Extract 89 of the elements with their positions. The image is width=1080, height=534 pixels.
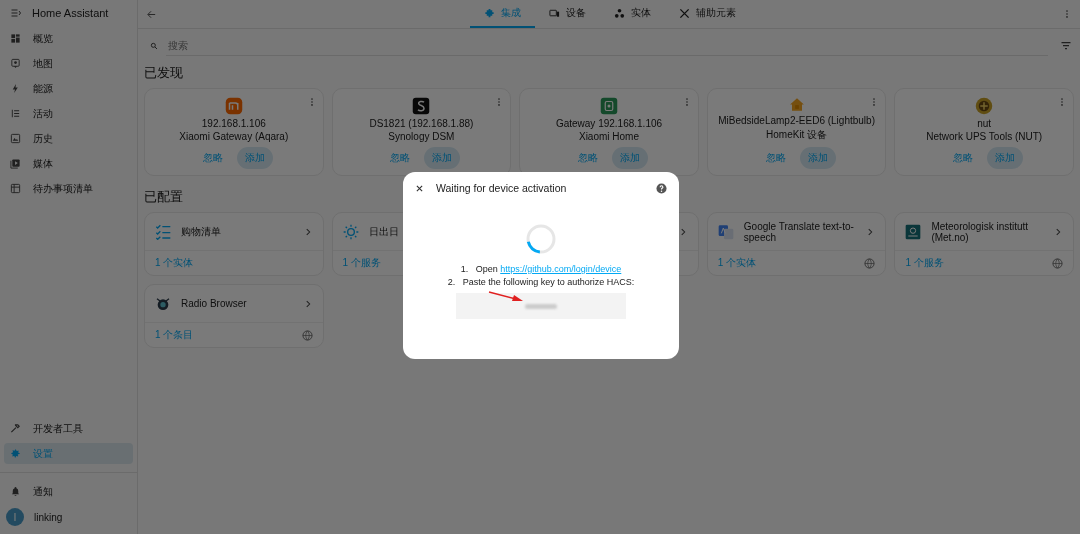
card-title: MiBedsideLamp2-EED6 (Lightbulb) — [718, 115, 875, 126]
instruction-text: 1. Open https://github.com/login/device — [460, 264, 622, 274]
entity-count-link[interactable]: 1 个服务 — [342, 256, 381, 270]
image-icon — [10, 133, 21, 144]
puzzle-icon — [483, 7, 495, 19]
sidebar-item[interactable]: 媒体 — [4, 153, 133, 174]
menu-icon — [10, 7, 22, 19]
hammer-icon — [10, 423, 21, 434]
loading-spinner — [524, 222, 558, 256]
close-icon — [415, 183, 424, 193]
ignore-button[interactable]: 忽略 — [194, 147, 231, 169]
settings-icon — [10, 448, 21, 459]
filter-icon — [1060, 39, 1072, 52]
card-subtitle: Network UPS Tools (NUT) — [926, 131, 1043, 142]
search-field[interactable]: 搜索 — [166, 35, 1048, 56]
user-name: linking — [34, 511, 63, 523]
map-icon — [10, 58, 21, 69]
ignore-button[interactable]: 忽略 — [570, 147, 606, 169]
dialog-title: Waiting for device activation — [436, 182, 568, 194]
sidebar-item[interactable]: 活动 — [4, 103, 133, 124]
ignore-button[interactable]: 忽略 — [382, 147, 419, 169]
dashboard-icon — [10, 33, 21, 44]
sidebar-item[interactable]: 待办事项清单 — [4, 178, 133, 199]
radio-icon — [155, 295, 171, 312]
tab[interactable]: 实体 — [599, 0, 665, 28]
notifications-item[interactable]: 通知 — [4, 481, 133, 502]
app-title: Home Assistant — [32, 7, 109, 19]
card-subtitle: Synology DSM — [388, 131, 455, 142]
blurred-key — [525, 303, 557, 309]
globe-icon — [864, 257, 876, 269]
card-title: Gateway 192.168.1.106 — [555, 118, 663, 129]
tab[interactable]: 集成 — [469, 0, 535, 28]
add-button[interactable]: 添加 — [987, 147, 1024, 169]
instruction-text: 2. Paste the following key to authorize HACS: — [447, 277, 635, 287]
ignore-button[interactable]: 忽略 — [757, 147, 794, 169]
integration-card[interactable]: Radio Browser 1 个条目 — [144, 284, 324, 348]
tab[interactable]: 设备 — [534, 0, 600, 28]
translate-icon — [717, 223, 734, 240]
entity-count-link[interactable]: 1 个服务 — [905, 256, 944, 270]
device-link[interactable]: https://github.com/login/device — [500, 264, 622, 274]
sun-icon — [342, 223, 359, 240]
back-arrow-icon — [146, 8, 157, 20]
card-subtitle: Xiaomi Home — [578, 131, 639, 142]
tab[interactable]: 辅助元素 — [664, 0, 750, 28]
sidebar-item[interactable]: 开发者工具 — [4, 418, 133, 439]
media-icon — [10, 158, 21, 169]
card-title: Meteorologisk institutt (Met.no) — [931, 220, 1030, 243]
add-button[interactable]: 添加 — [236, 147, 273, 169]
integration-card[interactable]: 购物清单 1 个实体 — [144, 212, 324, 276]
add-button[interactable]: 添加 — [799, 147, 836, 169]
card-title: 购物清单 — [181, 226, 222, 237]
gateway-icon — [598, 97, 620, 115]
entity-count-link[interactable]: 1 个条目 — [155, 328, 194, 342]
sidebar-item[interactable]: 概览 — [4, 28, 133, 49]
calendar-icon — [10, 183, 21, 194]
search-icon — [150, 41, 158, 50]
devices-icon — [548, 7, 560, 19]
entity-count-link[interactable]: 1 个实体 — [717, 256, 757, 270]
add-button[interactable]: 添加 — [612, 147, 648, 169]
chevron-right-icon — [1053, 226, 1063, 237]
sidebar-item[interactable]: 设置 — [4, 443, 133, 464]
section-heading: 已发现 — [144, 64, 183, 82]
integration-card[interactable]: Google Translate text-to-speech 1 个实体 — [706, 212, 887, 276]
card-title: Radio Browser — [181, 298, 248, 309]
ignore-button[interactable]: 忽略 — [945, 147, 982, 169]
card-subtitle: Xiaomi Gateway (Aqara) — [179, 131, 289, 142]
card-title: nut — [977, 118, 992, 129]
sidebar-item[interactable]: 能源 — [4, 78, 133, 99]
list-icon — [10, 108, 21, 119]
card-title: 192.168.1.106 — [201, 118, 266, 129]
card-title: Google Translate text-to-speech — [743, 220, 855, 243]
card-subtitle: HomeKit 设备 — [766, 128, 828, 142]
annotation-arrow — [488, 291, 524, 303]
globe-icon — [301, 329, 313, 341]
sidebar-item[interactable]: 历史 — [4, 128, 133, 149]
card-title: DS1821 (192.168.1.88) — [369, 118, 474, 129]
meteo-logo-icon — [905, 223, 922, 240]
tools-icon — [678, 7, 690, 19]
entity-count-link[interactable]: 1 个实体 — [155, 256, 194, 270]
add-button[interactable]: 添加 — [424, 147, 461, 169]
globe-icon — [1052, 257, 1063, 269]
sidebar-item[interactable]: 地图 — [4, 53, 133, 74]
card-title: 日出日 — [368, 226, 400, 237]
bell-icon — [10, 486, 21, 497]
help-icon — [656, 182, 667, 194]
section-heading: 已配置 — [144, 188, 183, 206]
checklist-icon — [155, 223, 171, 240]
integration-card[interactable]: Meteorologisk institutt (Met.no) 1 个服务 — [894, 212, 1074, 276]
shapes-icon — [613, 7, 625, 19]
